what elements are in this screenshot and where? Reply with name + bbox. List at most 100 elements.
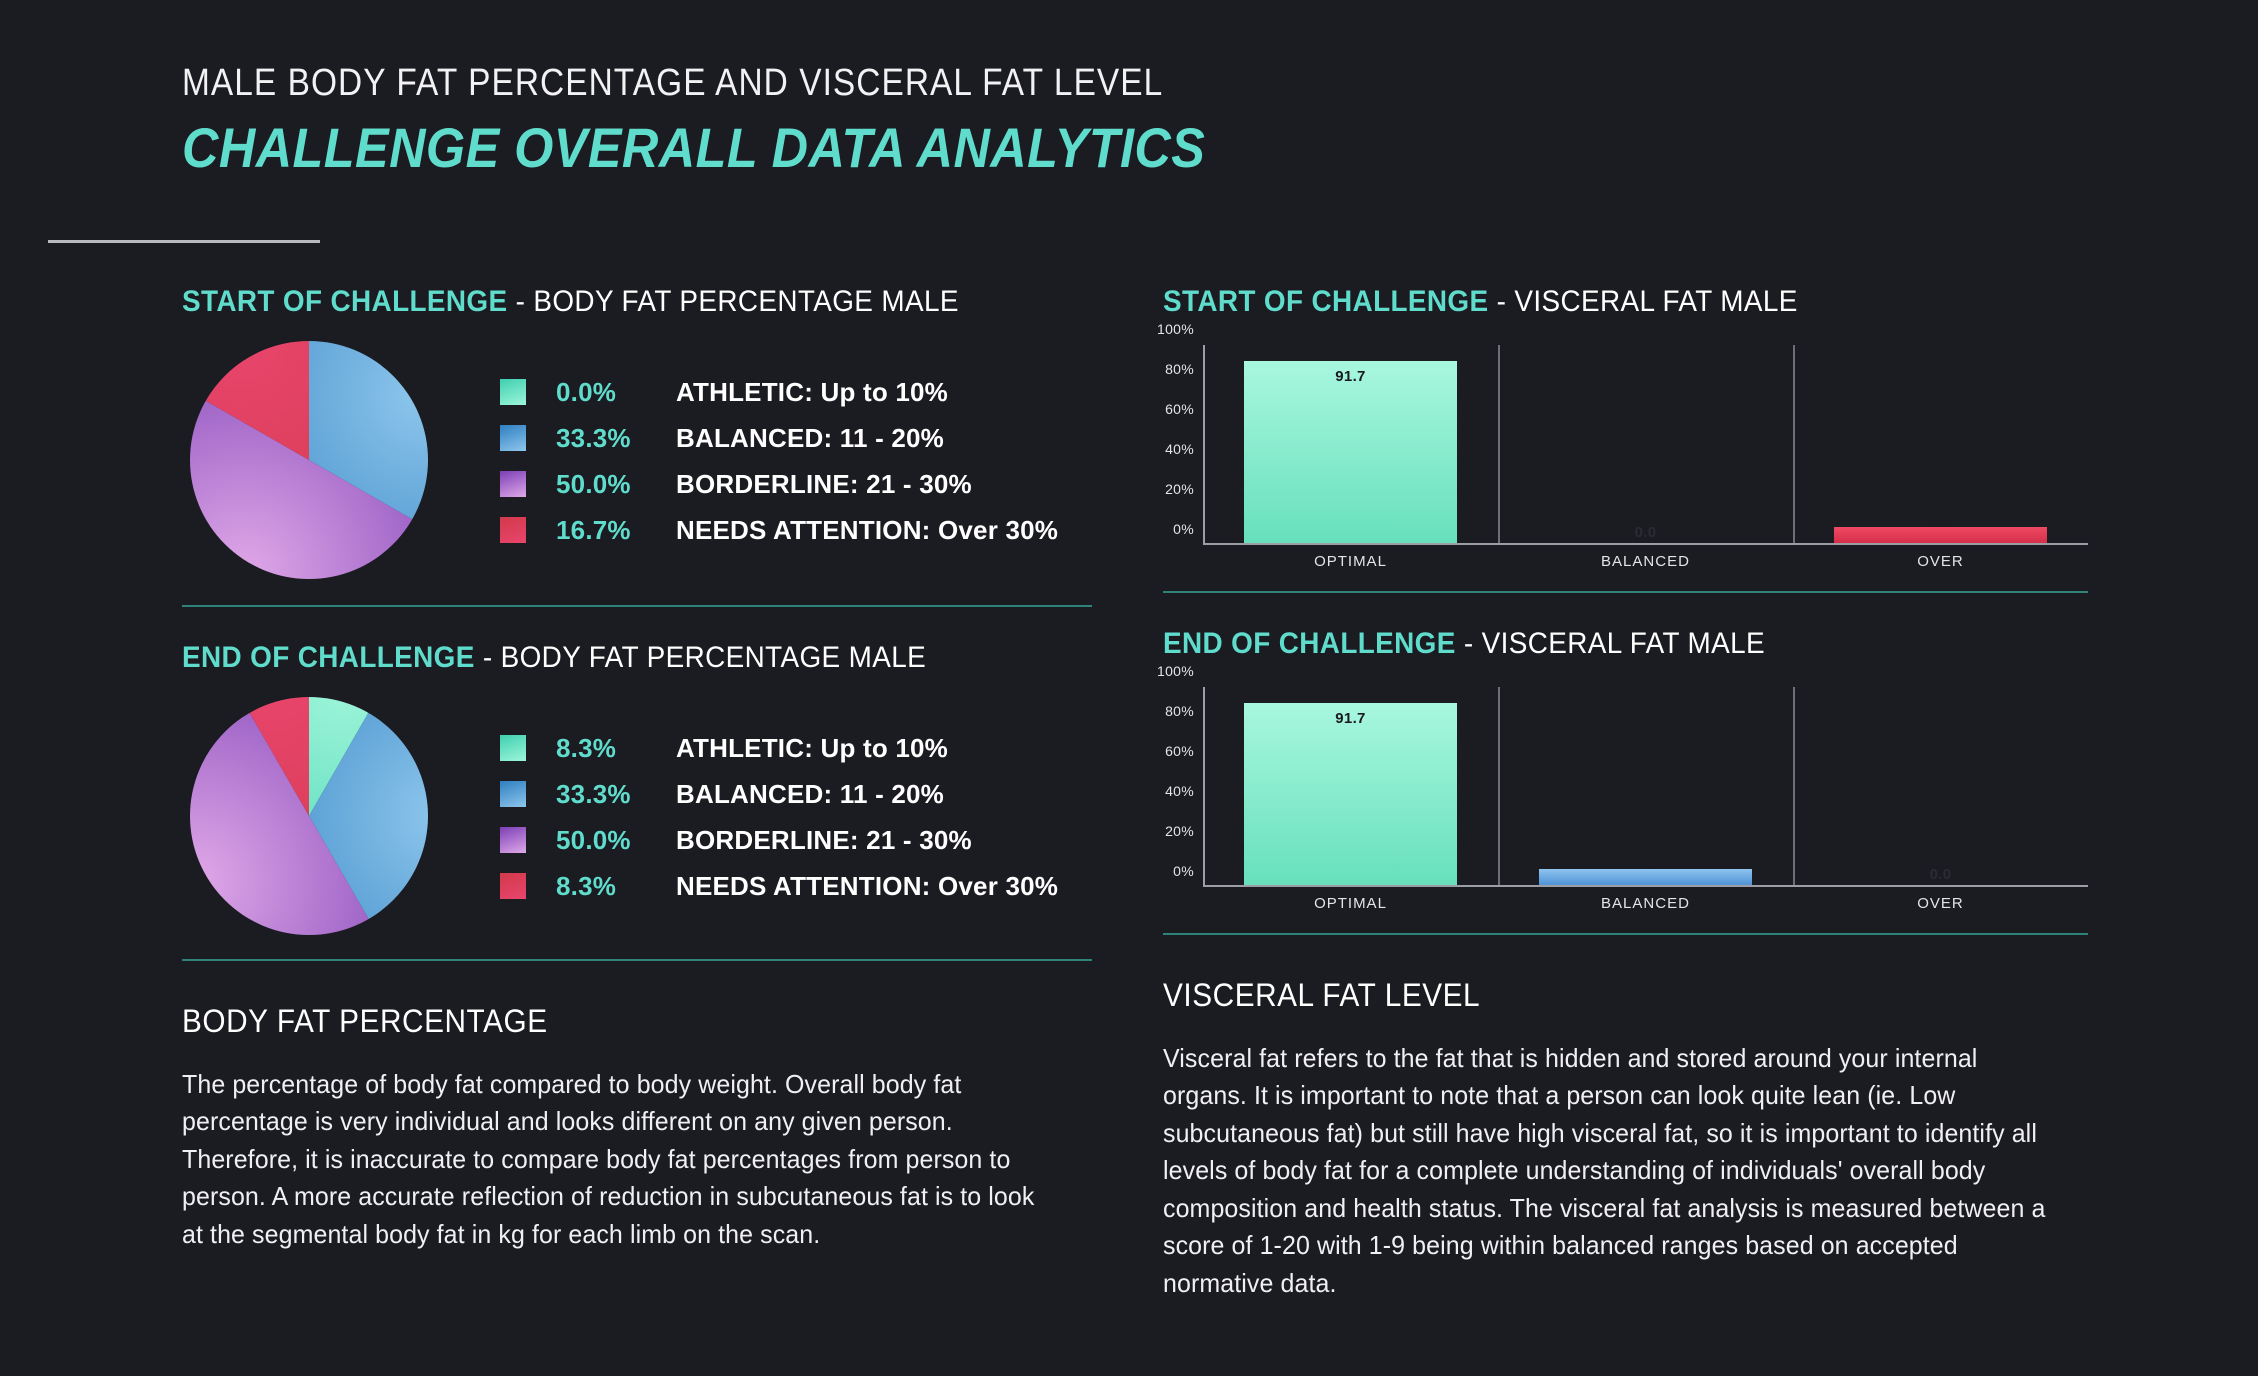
section-visceral-text: VISCERAL FAT LEVEL Visceral fat refers t… <box>1163 977 2088 1302</box>
end-visceral-bar-chart: 0% 20% 40% 60% 80% 100% 91.7 OPTIMAL 8.3BALANCED… <box>1157 663 2088 912</box>
legend-label: BORDERLINE: 21 - 30% <box>676 824 972 855</box>
legend-label: BALANCED: 11 - 20% <box>676 422 944 453</box>
panel-end-bodyfat: END OF CHALLENGE - BODY FAT PERCENTAGE M… <box>182 641 1092 935</box>
heading-highlight: START OF CHALLENGE <box>182 285 508 318</box>
divider-right-1 <box>1163 591 2088 593</box>
page-title: CHALLENGE OVERALL DATA ANALYTICS <box>182 116 1206 179</box>
start-visceral-bar-block: 0% 20% 40% 60% 80% 100% 91.7 OPTIMAL 0.0 BALANCED… <box>1157 321 2088 575</box>
y-axis-tick-label: 100% <box>1156 321 1194 337</box>
legend-swatch <box>500 471 526 497</box>
legend-percent: 33.3% <box>556 422 631 453</box>
bar-group: 8.3OVER <box>1793 345 2088 570</box>
legend-percent: 50.0% <box>556 468 631 499</box>
bar[interactable]: 91.7 <box>1244 361 1457 543</box>
end-visceral-bar-block: 0% 20% 40% 60% 80% 100% 91.7 OPTIMAL 8.3BALANCED… <box>1157 663 2088 917</box>
bar-value-label: 91.7 <box>1335 368 1366 386</box>
heading-rest: - VISCERAL FAT MALE <box>1488 285 1798 318</box>
legend-label: NEEDS ATTENTION: Over 30% <box>676 870 1059 901</box>
y-axis-tick-label: 20% <box>1165 823 1194 839</box>
bar-group: 91.7 OPTIMAL <box>1203 687 1498 912</box>
x-axis-category-label: OVER <box>1917 553 1964 570</box>
y-axis-tick-label: 60% <box>1165 401 1194 417</box>
legend-row: 50.0% BORDERLINE: 21 - 30% <box>500 469 1058 499</box>
x-axis-category-label: OPTIMAL <box>1314 895 1387 912</box>
panel-end-visceral: END OF CHALLENGE - VISCERAL FAT MALE 0% 2… <box>1157 627 2088 917</box>
legend-percent: 16.7% <box>556 514 631 545</box>
legend-label: BALANCED: 11 - 20% <box>676 778 944 809</box>
x-axis-category-label: BALANCED <box>1601 553 1690 570</box>
legend-percent: 50.0% <box>556 824 631 855</box>
page-subtitle: MALE BODY FAT PERCENTAGE AND VISCERAL FA… <box>182 62 1164 104</box>
x-axis-category-label: OVER <box>1917 895 1964 912</box>
bar-group: 0.0 BALANCED <box>1498 345 1793 570</box>
bodyfat-section-title: BODY FAT PERCENTAGE <box>182 1003 548 1039</box>
panel-start-visceral-heading: START OF CHALLENGE - VISCERAL FAT MALE <box>1163 285 2023 319</box>
y-axis-tick-label: 40% <box>1165 783 1194 799</box>
start-bodyfat-legend: 0.0% ATHLETIC: Up to 10% 33.3% BALANCED: 11… <box>500 375 1058 545</box>
legend-percent: 8.3% <box>556 732 617 763</box>
header-rule <box>48 240 320 243</box>
legend-label: NEEDS ATTENTION: Over 30% <box>676 514 1059 545</box>
end-bodyfat-pie-chart <box>190 697 428 935</box>
start-visceral-bar-chart: 0% 20% 40% 60% 80% 100% 91.7 OPTIMAL 0.0 BALANCED… <box>1157 321 2088 570</box>
bar-value-label: 0.0 <box>1634 524 1657 541</box>
legend-row: 50.0% BORDERLINE: 21 - 30% <box>500 825 1058 855</box>
bar[interactable]: 91.7 <box>1244 703 1457 885</box>
x-axis <box>1203 885 2088 887</box>
legend-label: BORDERLINE: 21 - 30% <box>676 468 972 499</box>
end-bodyfat-pie-block: 8.3% ATHLETIC: Up to 10% 33.3% BALANCED: 11… <box>182 697 1092 935</box>
heading-rest: - BODY FAT PERCENTAGE MALE <box>507 285 959 318</box>
heading-highlight: END OF CHALLENGE <box>1163 627 1456 660</box>
legend-label: ATHLETIC: Up to 10% <box>676 376 948 407</box>
start-bodyfat-pie-chart <box>190 341 428 579</box>
legend-row: 8.3% ATHLETIC: Up to 10% <box>500 733 1058 763</box>
x-axis-category-label: BALANCED <box>1601 895 1690 912</box>
legend-swatch <box>500 735 526 761</box>
panel-start-visceral: START OF CHALLENGE - VISCERAL FAT MALE 0… <box>1157 285 2088 575</box>
bodyfat-section-body: The percentage of body fat compared to b… <box>182 1069 1035 1249</box>
bar-group: 8.3BALANCED <box>1498 687 1793 912</box>
legend-row: 0.0% ATHLETIC: Up to 10% <box>500 377 1058 407</box>
legend-row: 8.3% NEEDS ATTENTION: Over 30% <box>500 871 1058 901</box>
bar[interactable] <box>1834 526 2047 543</box>
divider-right-2 <box>1163 933 2088 935</box>
y-axis-tick-label: 80% <box>1165 361 1194 377</box>
x-axis-category-label: OPTIMAL <box>1314 553 1387 570</box>
visceral-section-title: VISCERAL FAT LEVEL <box>1163 977 1481 1013</box>
y-axis-tick-label: 0% <box>1173 521 1194 537</box>
legend-percent: 33.3% <box>556 778 631 809</box>
y-axis-tick-label: 0% <box>1173 863 1194 879</box>
panel-start-bodyfat: START OF CHALLENGE - BODY FAT PERCENTAGE… <box>182 285 1092 579</box>
visceral-section-body: Visceral fat refers to the fat that is h… <box>1163 1043 2046 1298</box>
y-axis-tick-label: 20% <box>1165 481 1194 497</box>
heading-highlight: END OF CHALLENGE <box>182 641 475 674</box>
legend-swatch <box>500 781 526 807</box>
left-column: START OF CHALLENGE - BODY FAT PERCENTAGE… <box>182 285 1092 1253</box>
end-bodyfat-legend: 8.3% ATHLETIC: Up to 10% 33.3% BALANCED: 11… <box>500 731 1058 901</box>
divider-left-2 <box>182 959 1092 961</box>
panel-end-bodyfat-heading: END OF CHALLENGE - BODY FAT PERCENTAGE M… <box>182 641 1028 675</box>
y-axis-tick-label: 100% <box>1156 663 1194 679</box>
heading-highlight: START OF CHALLENGE <box>1163 285 1489 318</box>
panel-start-bodyfat-heading: START OF CHALLENGE - BODY FAT PERCENTAGE… <box>182 285 1028 319</box>
x-axis <box>1203 543 2088 545</box>
legend-swatch <box>500 873 526 899</box>
legend-percent: 0.0% <box>556 376 617 407</box>
legend-swatch <box>500 425 526 451</box>
legend-swatch <box>500 517 526 543</box>
bar-value-label: 91.7 <box>1335 710 1366 728</box>
heading-rest: - BODY FAT PERCENTAGE MALE <box>474 641 927 674</box>
y-axis-tick-label: 80% <box>1165 703 1194 719</box>
y-axis-tick-label: 40% <box>1165 441 1194 457</box>
start-bodyfat-pie-block: 0.0% ATHLETIC: Up to 10% 33.3% BALANCED: 11… <box>182 341 1092 579</box>
bar[interactable] <box>1539 868 1752 885</box>
legend-percent: 8.3% <box>556 870 617 901</box>
page-header: MALE BODY FAT PERCENTAGE AND VISCERAL FA… <box>182 62 1319 180</box>
legend-swatch <box>500 827 526 853</box>
legend-row: 33.3% BALANCED: 11 - 20% <box>500 423 1058 453</box>
bar-value-label: 0.0 <box>1929 866 1952 883</box>
section-bodyfat-text: BODY FAT PERCENTAGE The percentage of bo… <box>182 1003 1092 1253</box>
y-axis-tick-label: 60% <box>1165 743 1194 759</box>
legend-row: 16.7% NEEDS ATTENTION: Over 30% <box>500 515 1058 545</box>
right-column: START OF CHALLENGE - VISCERAL FAT MALE 0… <box>1157 285 2088 1302</box>
